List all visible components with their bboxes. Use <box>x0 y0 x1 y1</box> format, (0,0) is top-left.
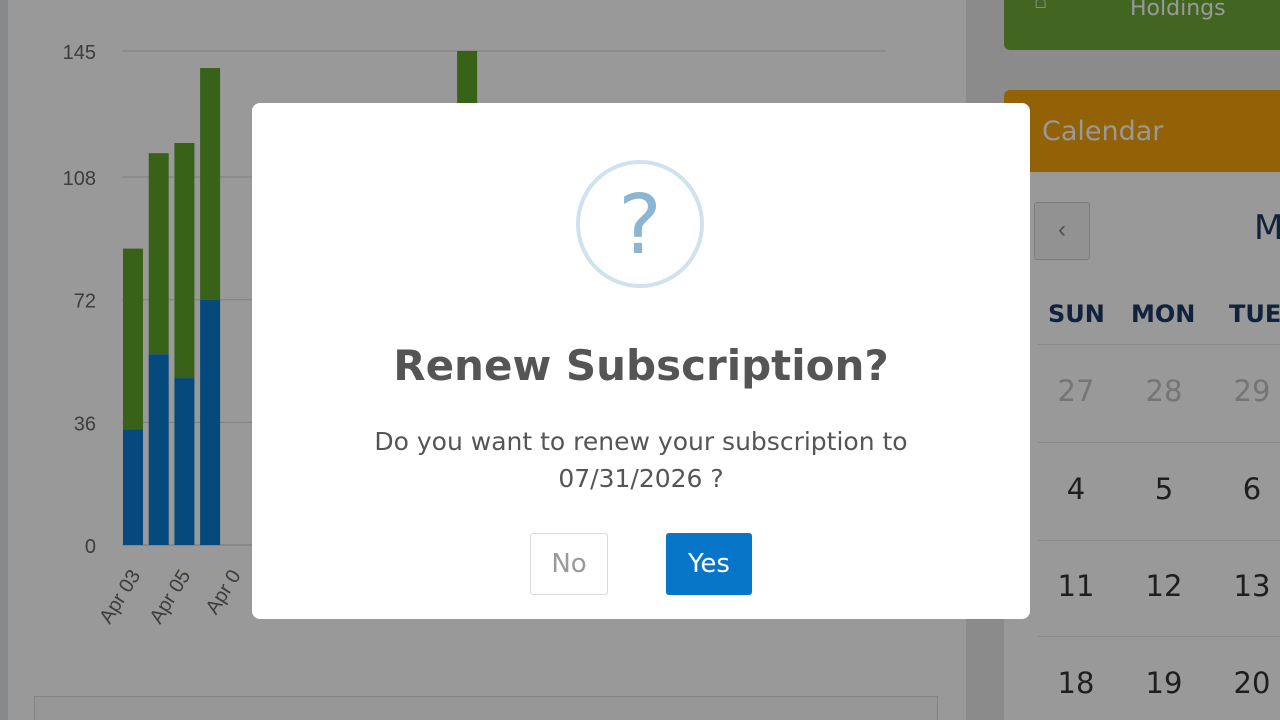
dialog-title: Renew Subscription? <box>393 341 889 390</box>
question-mark: ? <box>618 178 662 273</box>
renew-subscription-dialog: ? Renew Subscription? Do you want to ren… <box>252 103 1030 619</box>
no-button[interactable]: No <box>530 533 608 595</box>
question-icon: ? <box>576 160 704 288</box>
dialog-message: Do you want to renew your subscription t… <box>374 427 908 493</box>
yes-button[interactable]: Yes <box>666 533 752 595</box>
